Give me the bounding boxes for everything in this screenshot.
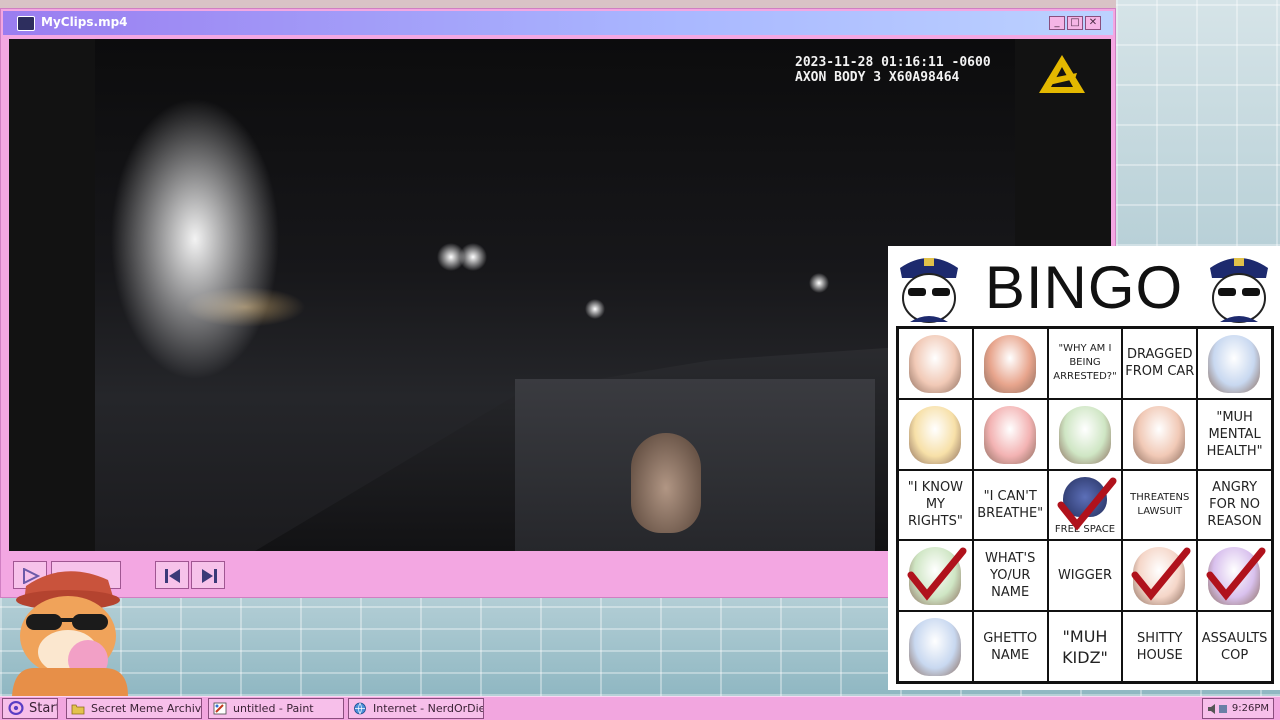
globe-icon (354, 702, 366, 715)
checkmark-icon (907, 547, 967, 601)
taskbar-item-paint[interactable]: untitled - Paint (208, 698, 344, 719)
cat-sticker-icon (909, 335, 961, 393)
bingo-cell[interactable] (972, 398, 1048, 470)
bingo-cell[interactable]: GHETTO NAME (972, 611, 1048, 682)
window-title: MyClips.mp4 (41, 15, 128, 29)
bingo-cell[interactable]: WHAT'S YO/UR NAME (972, 540, 1048, 612)
video-timestamp-overlay: 2023-11-28 01:16:11 -0600 AXON BODY 3 X6… (795, 55, 991, 85)
title-bar[interactable]: MyClips.mp4 _ □ ✕ (3, 11, 1113, 35)
wounded-character-icon (909, 405, 961, 464)
minimize-button[interactable]: _ (1049, 16, 1065, 30)
system-tray[interactable]: 9:26PM (1202, 698, 1274, 719)
bingo-cell-label: DRAGGED FROM CAR (1125, 347, 1195, 380)
bingo-cell-label: "MUH KIDZ" (1062, 626, 1108, 667)
checkmark-icon (1057, 477, 1117, 531)
taskbar-item-secret-meme-archive[interactable]: Secret Meme Archive (66, 698, 202, 719)
start-label: Start (29, 701, 58, 716)
crying-woman-photo (983, 335, 1036, 393)
bingo-cell[interactable]: DRAGGED FROM CAR (1122, 328, 1198, 399)
video-timestamp: 2023-11-28 01:16:11 -0600 (795, 55, 991, 70)
bingo-cell[interactable] (1122, 398, 1198, 470)
taskbar-item-label: Internet - NerdOrDie.com (373, 702, 484, 715)
skip-back-button[interactable] (155, 561, 189, 589)
bingo-cell[interactable] (972, 328, 1048, 399)
close-button[interactable]: ✕ (1085, 16, 1101, 30)
bingo-cell[interactable] (898, 540, 973, 612)
paint-icon (213, 702, 227, 715)
checkmark-icon (1131, 547, 1191, 601)
bingo-cell[interactable]: "I KNOW MY RIGHTS" (898, 469, 973, 541)
skip-back-icon (165, 569, 180, 583)
cool-cat-sticker (12, 571, 128, 696)
taskbar-item-internet[interactable]: Internet - NerdOrDie.com (348, 698, 484, 719)
bingo-cell-label: ASSAULTS COP (1201, 630, 1268, 663)
bingo-cell[interactable]: "I CAN'T BREATHE" (972, 469, 1048, 541)
bodycam-footage: 2023-11-28 01:16:11 -0600 AXON BODY 3 X6… (95, 39, 1085, 551)
bingo-cell[interactable] (898, 398, 973, 470)
bingo-cell[interactable]: "MUH KIDZ" (1047, 611, 1123, 682)
bingo-cell[interactable]: ANGRY FOR NO REASON (1197, 469, 1272, 541)
bingo-cell-label: "I CAN'T BREATHE" (977, 488, 1044, 521)
bingo-cell-label: SHITTY HOUSE (1136, 630, 1183, 663)
police-cat-icon (1210, 258, 1268, 323)
cartoon-girl-icon (1058, 405, 1111, 464)
video-device-id: AXON BODY 3 X60A98464 (795, 70, 960, 85)
bingo-cell[interactable] (1197, 328, 1272, 399)
maximize-button[interactable]: □ (1067, 16, 1083, 30)
bingo-cell[interactable]: FREE SPACE (1047, 469, 1123, 541)
bingo-cell[interactable]: THREATENS LAWSUIT (1122, 469, 1198, 541)
bingo-cell[interactable] (1122, 540, 1198, 612)
bingo-card: BINGO "WHY AM I BEING ARRESTED?" DRAGGED … (888, 246, 1280, 690)
monitor-icon (17, 16, 35, 31)
skip-forward-icon (202, 569, 217, 583)
bingo-cell-label: "MUH MENTAL HEALTH" (1206, 409, 1263, 459)
driving-cat-icon (983, 405, 1036, 464)
bingo-cell[interactable]: SHITTY HOUSE (1122, 611, 1198, 682)
bingo-cell[interactable]: "MUH MENTAL HEALTH" (1197, 398, 1272, 470)
bingo-cell-label: "WHY AM I BEING ARRESTED?" (1053, 343, 1117, 383)
taskbar: Start Secret Meme Archive untitled - Pai… (0, 696, 1280, 720)
bingo-cell[interactable]: WIGGER (1047, 540, 1123, 612)
taskbar-item-label: untitled - Paint (233, 702, 314, 715)
driver-figure (631, 433, 701, 533)
bingo-cell-label: ANGRY FOR NO REASON (1207, 480, 1262, 530)
start-button[interactable]: Start (2, 698, 58, 719)
bingo-cell[interactable]: ASSAULTS COP (1197, 611, 1272, 682)
bingo-cell[interactable] (898, 328, 973, 399)
axon-logo-icon (1039, 55, 1085, 93)
start-logo-icon (8, 701, 24, 715)
calico-cat-icon (1133, 405, 1186, 464)
bingo-cell[interactable]: "WHY AM I BEING ARRESTED?" (1047, 328, 1123, 399)
clock: 9:26PM (1231, 703, 1269, 714)
speaker-icon (1208, 704, 1227, 714)
bingo-cell-label: GHETTO NAME (983, 630, 1038, 663)
fat-cat-icon (909, 618, 961, 677)
bingo-cell[interactable] (1047, 398, 1123, 470)
bingo-cell-label: THREATENS LAWSUIT (1130, 491, 1190, 517)
bingo-cell[interactable] (1197, 540, 1272, 612)
bingo-grid: "WHY AM I BEING ARRESTED?" DRAGGED FROM C… (896, 326, 1274, 684)
checkmark-icon (1206, 547, 1266, 601)
bingo-cell[interactable] (898, 611, 973, 682)
skip-forward-button[interactable] (191, 561, 225, 589)
folder-icon (71, 704, 85, 715)
bingo-cell-label: WHAT'S YO/UR NAME (985, 551, 1036, 601)
taskbar-item-label: Secret Meme Archive (91, 702, 202, 715)
bingo-cell-label: WIGGER (1057, 568, 1113, 584)
doodle-sketch-icon (1208, 335, 1261, 393)
bingo-cell-label: "I KNOW MY RIGHTS" (907, 480, 964, 530)
grid-wallpaper (1116, 0, 1280, 246)
